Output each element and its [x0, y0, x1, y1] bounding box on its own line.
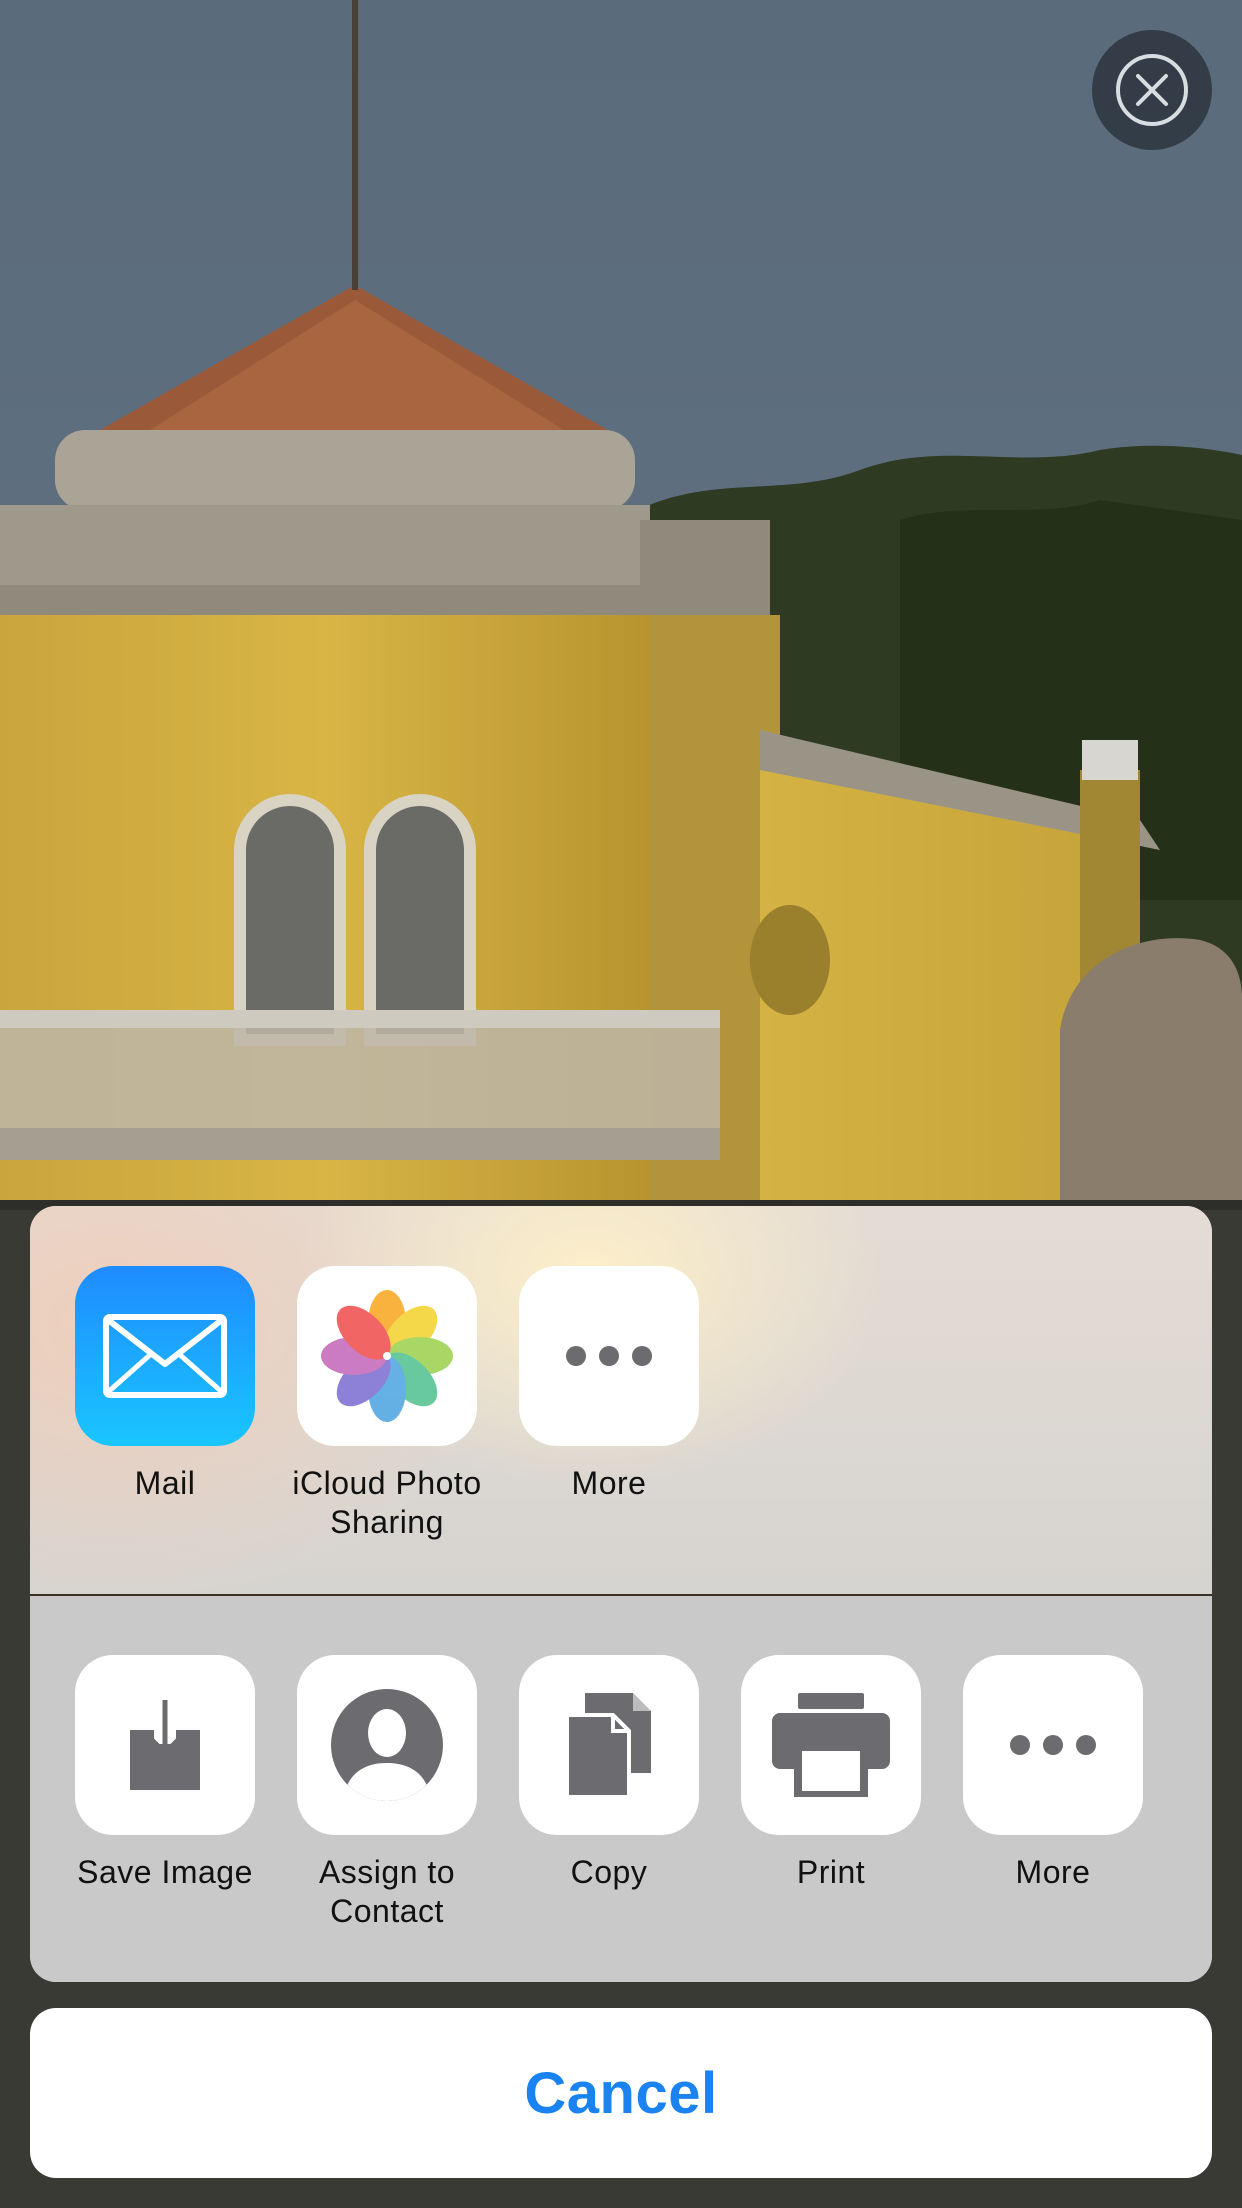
action-assign-to-contact[interactable]: Assign to Contact: [297, 1655, 477, 1931]
save-image-icon: [75, 1655, 255, 1835]
cancel-button[interactable]: Cancel: [30, 2008, 1212, 2178]
share-app-icloud-photo-sharing[interactable]: iCloud Photo Sharing: [292, 1266, 481, 1542]
share-app-mail[interactable]: Mail: [75, 1266, 255, 1503]
more-icon: [963, 1655, 1143, 1835]
action-print[interactable]: Print: [741, 1655, 921, 1892]
share-app-label: More: [571, 1465, 647, 1501]
share-apps-row: Mail iCloud Photo Sharing More: [30, 1206, 1212, 1594]
close-icon: [1116, 54, 1188, 126]
mail-icon: [75, 1266, 255, 1446]
photos-icon: [297, 1266, 477, 1446]
action-label: Copy: [570, 1854, 648, 1890]
action-more[interactable]: More: [963, 1655, 1143, 1892]
share-sheet: Mail iCloud Photo Sharing More Save Imag…: [30, 1206, 1212, 1982]
share-app-more[interactable]: More: [519, 1266, 699, 1503]
action-label: More: [1015, 1854, 1091, 1890]
copy-icon: [519, 1655, 699, 1835]
cancel-label: Cancel: [524, 2060, 718, 2126]
action-label: Print: [796, 1854, 866, 1890]
share-app-label: iCloud Photo Sharing: [292, 1465, 482, 1540]
more-icon: [519, 1266, 699, 1446]
share-app-label: Mail: [134, 1465, 196, 1501]
print-icon: [741, 1655, 921, 1835]
share-actions-row: Save Image Assign to Contact Copy Print …: [30, 1596, 1212, 1982]
action-copy[interactable]: Copy: [519, 1655, 699, 1892]
action-label: Assign to Contact: [318, 1854, 456, 1929]
action-label: Save Image: [77, 1854, 253, 1890]
close-button[interactable]: [1092, 30, 1212, 150]
action-save-image[interactable]: Save Image: [75, 1655, 255, 1892]
contact-icon: [297, 1655, 477, 1835]
